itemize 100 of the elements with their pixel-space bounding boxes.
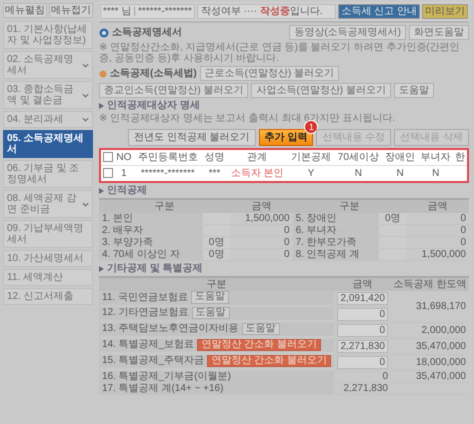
row-label: 8. 인적공제 계 <box>292 248 380 260</box>
triangle-icon <box>99 188 104 194</box>
column-header: 주민등록번호 <box>133 149 202 166</box>
row-button[interactable]: 도움말 <box>242 322 280 335</box>
action-button[interactable]: 전년도 인적공제 불러오기 <box>128 129 256 146</box>
row-label: 6. 부녀자 <box>292 224 380 236</box>
table-cell: 0명 <box>203 236 230 248</box>
table-cell: 0명 <box>203 248 230 260</box>
row-button[interactable]: 도움말 <box>190 291 229 304</box>
deduction-label: 소득공제(소득세법) <box>110 68 197 79</box>
sidebar-item[interactable]: 06. 기부금 및 조정명세서 <box>3 160 93 188</box>
bullet-icon <box>99 70 107 78</box>
action-button[interactable]: 추가 입력 <box>258 129 314 146</box>
table-cell: 0 <box>406 213 469 224</box>
table-cell: 31,698,170 <box>391 291 469 322</box>
table-cell: N <box>418 166 454 182</box>
help-button[interactable]: 화면도움말 <box>409 25 469 40</box>
sidebar-item[interactable]: 09. 기납부세액명세서 <box>3 220 93 248</box>
row-button[interactable]: 도움말 <box>192 306 230 319</box>
notice-text: ※ 연말정산간소화, 지급명세서(근로 연금 등)를 불러오기 하려면 추가인증(간편인증, 공동인증 등)후 사용하시기 바랍니다. <box>99 42 461 64</box>
sidebar-item[interactable]: 02. 소득공제명세서 <box>3 51 93 79</box>
preview-button[interactable]: 미리보기 <box>422 4 468 19</box>
bullet-icon <box>99 28 109 38</box>
table-cell: ******-******* <box>133 166 202 182</box>
row-label: 4. 70세 이상인 자 <box>99 248 204 260</box>
table-cell: 0 <box>230 248 293 260</box>
row-label: 14. 특별공제_보험료 <box>102 339 194 350</box>
column-header: 금액 <box>406 199 469 213</box>
column-header: 구분 <box>99 277 334 291</box>
row-label: 1. 본인 <box>99 213 204 224</box>
table-cell: 소득자 본인 <box>226 166 288 182</box>
row-label: 13. 주택담보노후연금이자비용 <box>102 323 239 334</box>
triangle-icon <box>99 102 104 108</box>
column-header: 금액 <box>334 277 391 291</box>
row-label: 17. 특별공제 계(14+ ~ +16) <box>102 382 224 394</box>
table-cell: 0 <box>406 224 469 236</box>
table-cell: Y <box>288 166 334 182</box>
table-cell: 0 <box>406 236 469 248</box>
row-button[interactable]: 연말정산 간소화 불러오기 <box>197 338 321 351</box>
column-header: 성명 <box>202 149 227 166</box>
sidebar-item[interactable]: 01. 기본사항(납세자 및 사업장정보) <box>3 21 93 49</box>
table-cell: *** <box>202 166 227 182</box>
amount-field[interactable]: 0 <box>337 356 388 369</box>
load-button[interactable]: 근로소득(연말정산) 불러오기 <box>200 66 340 81</box>
subsection-title: 기타공제 및 특별공제 <box>107 263 203 274</box>
sidebar-item[interactable]: 12. 신고서제출 <box>3 288 93 305</box>
row-label: 16. 특별공제_기부금(이월분) <box>102 370 231 382</box>
subsection-title: 인적공제 <box>107 185 147 196</box>
table-cell: N <box>382 166 418 182</box>
table-cell: 1,500,000 <box>406 248 469 260</box>
section-title: 소득공제명세서 <box>112 27 182 38</box>
amount-text: 0 <box>382 371 388 382</box>
column-header: 기본공제 <box>288 149 334 166</box>
row-label: 7. 한부모가족 <box>292 236 380 248</box>
menu-toggle-button[interactable]: 메뉴펼침 <box>3 3 47 18</box>
column-header: NO <box>114 149 134 166</box>
status-text: 작성여부 ···· 작성중입니다. <box>196 4 336 19</box>
checkbox[interactable] <box>102 168 113 178</box>
table-cell: 35,470,000 <box>391 370 469 382</box>
column-header: 70세이상 <box>334 149 382 166</box>
checkbox[interactable] <box>102 152 113 162</box>
column-header: 구분 <box>292 199 406 213</box>
row-label: 5. 장애인 <box>292 213 380 224</box>
column-header: 구분 <box>99 199 230 213</box>
column-header: 소득공제 한도액 <box>391 277 469 291</box>
help-button[interactable]: 동영상(소득공제명세서) <box>289 25 406 40</box>
column-header: 금액 <box>230 199 293 213</box>
sidebar-item[interactable]: 08. 세액공제 감면 준비금 <box>3 190 93 218</box>
row-label: 15. 특별공제_주택자금 <box>102 355 204 366</box>
triangle-icon <box>99 266 104 272</box>
amount-field[interactable]: 2,091,420 <box>337 292 388 305</box>
sidebar-item[interactable]: 11. 세액계산 <box>3 269 93 286</box>
guide-button[interactable]: 소득세 신고 안내 <box>338 4 420 19</box>
column-header: 장애인 <box>382 149 418 166</box>
amount-field[interactable]: 0 <box>337 324 388 337</box>
table-cell: 0 <box>230 236 293 248</box>
table-cell: 18,000,000 <box>391 354 469 370</box>
sidebar-item[interactable]: 05. 소득공제명세서 <box>3 130 93 158</box>
sidebar-item[interactable]: 03. 종합소득금액 및 결손금 <box>3 81 93 109</box>
load-button[interactable]: 사업소득(연말정산) 불러오기 <box>251 83 391 98</box>
table-cell: 35,470,000 <box>391 338 469 354</box>
row-label: 2. 배우자 <box>99 224 204 236</box>
table-cell: 0명 <box>379 213 406 224</box>
table-cell: N <box>334 166 382 182</box>
row-button[interactable]: 연말정산 간소화 불러오기 <box>207 354 331 367</box>
column-header: 부녀자 <box>418 149 454 166</box>
amount-field[interactable]: 2,271,830 <box>337 340 388 353</box>
menu-toggle-button[interactable]: 메뉴접기 <box>49 3 93 18</box>
amount-field[interactable]: 0 <box>337 308 388 321</box>
column-header: 관계 <box>226 149 288 166</box>
sidebar-item[interactable]: 04. 분리과세 <box>3 111 93 128</box>
table-cell: 1 <box>114 166 134 182</box>
sidebar-item[interactable]: 10. 가산세명세서 <box>3 250 93 267</box>
row-label: 12. 기타연금보험료 <box>102 307 189 318</box>
load-button[interactable]: 종교인소득(연말정산) 불러오기 <box>99 83 248 98</box>
load-button[interactable]: 도움말 <box>394 83 434 98</box>
table-cell: 1,500,000 <box>230 213 293 224</box>
table-cell: 2,000,000 <box>391 322 469 338</box>
row-label: 11. 국민연금보험료 <box>102 292 188 303</box>
row-label: 3. 부양가족 <box>99 236 204 248</box>
